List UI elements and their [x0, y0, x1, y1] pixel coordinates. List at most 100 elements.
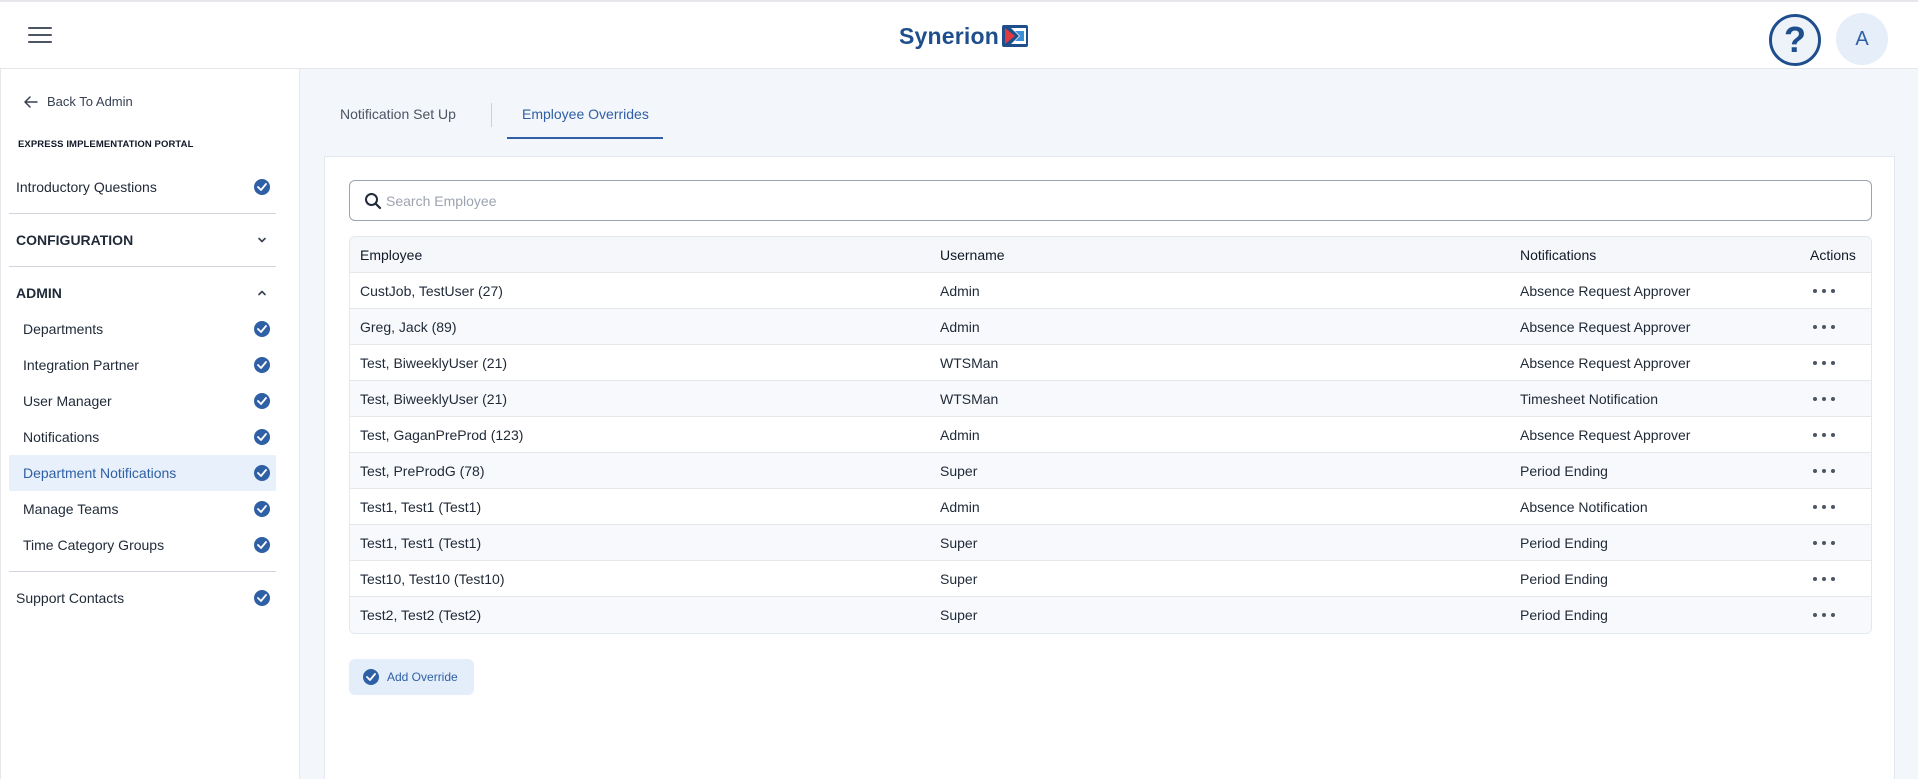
hamburger-menu-icon[interactable] [28, 27, 52, 45]
employee-cell: Greg, Jack (89) [360, 319, 457, 335]
tab-bar: Notification Set Up Employee Overrides [300, 69, 1918, 141]
more-actions-icon[interactable] [1813, 428, 1835, 442]
sidebar-item-label: Introductory Questions [16, 179, 157, 195]
add-override-label: Add Override [387, 670, 458, 684]
search-input[interactable] [386, 190, 1856, 212]
sidebar-section-admin[interactable]: ADMIN [9, 275, 276, 311]
notifications-cell: Period Ending [1520, 571, 1608, 587]
table-row: Test2, Test2 (Test2) Super Period Ending [350, 597, 1871, 633]
check-circle-icon [254, 429, 270, 445]
sidebar-item-department-notifications[interactable]: Department Notifications [9, 455, 276, 491]
employee-overrides-table: Employee Username Notifications Actions … [349, 236, 1872, 634]
back-to-admin-label: Back To Admin [47, 94, 133, 109]
username-cell: Super [940, 535, 978, 551]
table-row: CustJob, TestUser (27) Admin Absence Req… [350, 273, 1871, 309]
search-icon [365, 193, 382, 210]
sidebar-item-integration-partner[interactable]: Integration Partner [9, 347, 276, 383]
column-header-username: Username [940, 247, 1005, 263]
section-label: ADMIN [16, 285, 62, 301]
back-to-admin-link[interactable]: Back To Admin [24, 94, 133, 109]
sidebar-divider [9, 266, 276, 267]
notifications-cell: Absence Request Approver [1520, 355, 1691, 371]
check-circle-icon [254, 590, 270, 606]
column-header-actions: Actions [1810, 247, 1856, 263]
employee-cell: Test1, Test1 (Test1) [360, 535, 482, 551]
user-avatar[interactable]: A [1836, 13, 1888, 65]
check-circle-icon [363, 669, 379, 685]
sidebar-item-label: Time Category Groups [23, 537, 165, 553]
column-header-notifications: Notifications [1520, 247, 1597, 263]
table-row: Test10, Test10 (Test10) Super Period End… [350, 561, 1871, 597]
tab-notification-set-up[interactable]: Notification Set Up [340, 106, 456, 122]
more-actions-icon[interactable] [1813, 608, 1835, 622]
more-actions-icon[interactable] [1813, 392, 1835, 406]
employee-cell: Test10, Test10 (Test10) [360, 571, 505, 587]
arrow-left-icon [24, 95, 38, 108]
notifications-cell: Period Ending [1520, 535, 1608, 551]
notifications-cell: Timesheet Notification [1520, 391, 1658, 407]
table-row: Test, BiweeklyUser (21) WTSMan Timesheet… [350, 381, 1871, 417]
table-row: Test1, Test1 (Test1) Admin Absence Notif… [350, 489, 1871, 525]
more-actions-icon[interactable] [1813, 356, 1835, 370]
employee-cell: CustJob, TestUser (27) [360, 283, 503, 299]
logo: Synerion [899, 21, 1029, 51]
sidebar-item-introductory-questions[interactable]: Introductory Questions [9, 169, 276, 205]
sidebar-item-label: Support Contacts [16, 590, 125, 606]
employee-cell: Test2, Test2 (Test2) [360, 607, 482, 623]
notifications-cell: Absence Request Approver [1520, 427, 1691, 443]
question-mark-icon: ? [1784, 19, 1806, 60]
sidebar-item-label: User Manager [23, 393, 112, 409]
employee-cell: Test, BiweeklyUser (21) [360, 355, 508, 371]
sidebar-item-label: Departments [23, 321, 104, 337]
username-cell: Admin [940, 319, 980, 335]
table-row: Test, GaganPreProd (123) Admin Absence R… [350, 417, 1871, 453]
username-cell: Admin [940, 427, 980, 443]
avatar-initial: A [1855, 27, 1869, 50]
username-cell: Admin [940, 283, 980, 299]
chevron-down-icon [258, 237, 266, 243]
main-content: Notification Set Up Employee Overrides E… [300, 69, 1918, 779]
more-actions-icon[interactable] [1813, 572, 1835, 586]
notifications-cell: Period Ending [1520, 607, 1608, 623]
sidebar-item-label: Department Notifications [23, 465, 177, 481]
notifications-cell: Absence Request Approver [1520, 319, 1691, 335]
tab-separator [491, 103, 492, 127]
sidebar-item-user-manager[interactable]: User Manager [9, 383, 276, 419]
notifications-cell: Absence Request Approver [1520, 283, 1691, 299]
check-circle-icon [254, 501, 270, 517]
sidebar-item-manage-teams[interactable]: Manage Teams [9, 491, 276, 527]
sidebar-section-configuration[interactable]: CONFIGURATION [9, 222, 276, 258]
table-row: Test1, Test1 (Test1) Super Period Ending [350, 525, 1871, 561]
help-button[interactable]: ? [1769, 14, 1821, 66]
sidebar-item-departments[interactable]: Departments [9, 311, 276, 347]
active-tab-indicator [507, 137, 663, 139]
username-cell: WTSMan [940, 391, 999, 407]
username-cell: Super [940, 571, 978, 587]
app-header: Synerion ? A [0, 0, 1918, 69]
logo-text: Synerion [899, 22, 1000, 49]
chevron-up-icon [258, 290, 266, 296]
username-cell: Admin [940, 499, 980, 515]
username-cell: WTSMan [940, 355, 999, 371]
username-cell: Super [940, 607, 978, 623]
sidebar-item-time-category-groups[interactable]: Time Category Groups [9, 527, 276, 563]
tab-employee-overrides[interactable]: Employee Overrides [522, 106, 649, 122]
more-actions-icon[interactable] [1813, 320, 1835, 334]
sidebar-item-notifications[interactable]: Notifications [9, 419, 276, 455]
more-actions-icon[interactable] [1813, 500, 1835, 514]
notifications-cell: Period Ending [1520, 463, 1608, 479]
employee-cell: Test, PreProdG (78) [360, 463, 485, 479]
add-override-button[interactable]: Add Override [349, 659, 474, 695]
table-header-row: Employee Username Notifications Actions [350, 237, 1871, 273]
check-circle-icon [254, 321, 270, 337]
employee-cell: Test1, Test1 (Test1) [360, 499, 482, 515]
notifications-cell: Absence Notification [1520, 499, 1648, 515]
more-actions-icon[interactable] [1813, 284, 1835, 298]
more-actions-icon[interactable] [1813, 464, 1835, 478]
search-box [349, 180, 1872, 221]
table-row: Test, BiweeklyUser (21) WTSMan Absence R… [350, 345, 1871, 381]
more-actions-icon[interactable] [1813, 536, 1835, 550]
sidebar-divider [9, 571, 276, 572]
sidebar-item-support-contacts[interactable]: Support Contacts [9, 580, 276, 616]
username-cell: Super [940, 463, 978, 479]
